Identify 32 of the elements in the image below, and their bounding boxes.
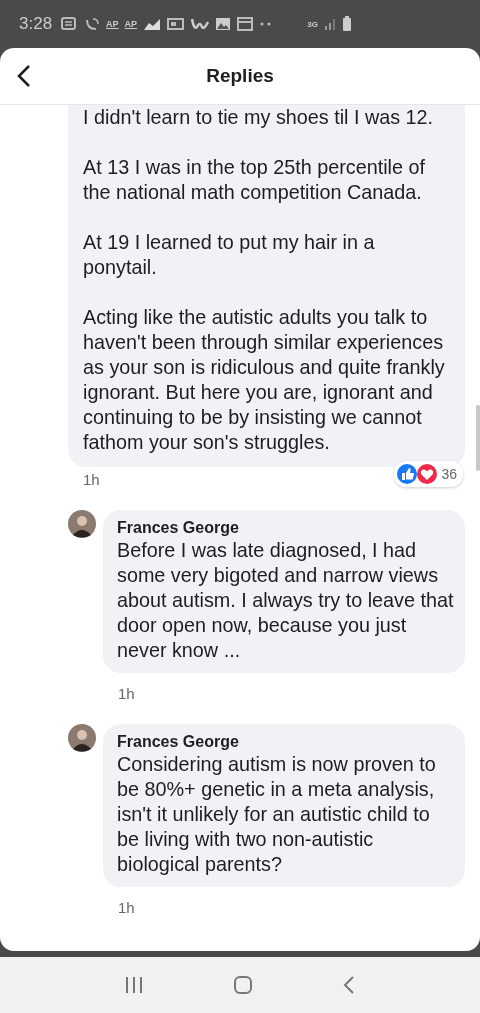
card-icon — [167, 17, 186, 31]
comment-text: Acting like the autistic adults you talk to haven't been through similar experiences as your son is ridiculous and quite frankly ignorant. But here you are, ignorant and continuing to be by insisting we cannot fathom your son's struggles. — [83, 305, 446, 455]
status-time: 3:28 — [19, 14, 53, 34]
comment-time: 1h — [83, 470, 100, 488]
chart-icon — [143, 17, 162, 31]
reaction-count: 36 — [441, 465, 457, 482]
author-name[interactable]: Frances George — [117, 518, 455, 538]
window-icon — [237, 17, 254, 31]
signal-icon — [324, 17, 336, 31]
avatar[interactable] — [68, 510, 96, 538]
avatar[interactable] — [68, 724, 96, 752]
app-label: AP — [124, 19, 138, 29]
recent-apps-icon[interactable] — [124, 976, 145, 994]
home-icon[interactable] — [233, 975, 253, 995]
like-icon — [396, 462, 419, 485]
page-title: Replies — [206, 65, 274, 87]
comment-text: At 19 I learned to put my hair in a ponytail. — [83, 230, 376, 280]
back-icon[interactable] — [16, 64, 32, 88]
comment-text: At 13 I was in the top 25th percentile of the national math competition Canada. — [83, 155, 426, 205]
reply-time: 1h — [118, 898, 136, 916]
battery-icon — [342, 16, 352, 32]
reply-time: 1h — [118, 684, 136, 702]
reply-text: Considering autism is now proven to be 80%+ genetic in a meta analysis, isn't it unlikely for an autistic child to be living with two non-autistic biological parents? — [117, 752, 437, 877]
scroll-bar[interactable] — [476, 405, 480, 471]
author-name[interactable]: Frances George — [117, 732, 455, 752]
comment-text: I didn't learn to tie my shoes til I was 12. — [83, 105, 435, 130]
image-icon — [215, 17, 232, 31]
app-label: AP — [106, 19, 119, 29]
message-icon — [60, 16, 79, 32]
network-label: 3G — [307, 19, 318, 29]
reply-text: Before I was late diagnosed, I had some very bigoted and narrow views about autism. I always try to leave that door open now, because you just never know ... — [117, 538, 455, 663]
reaction-summary[interactable]: 36 — [394, 460, 463, 487]
